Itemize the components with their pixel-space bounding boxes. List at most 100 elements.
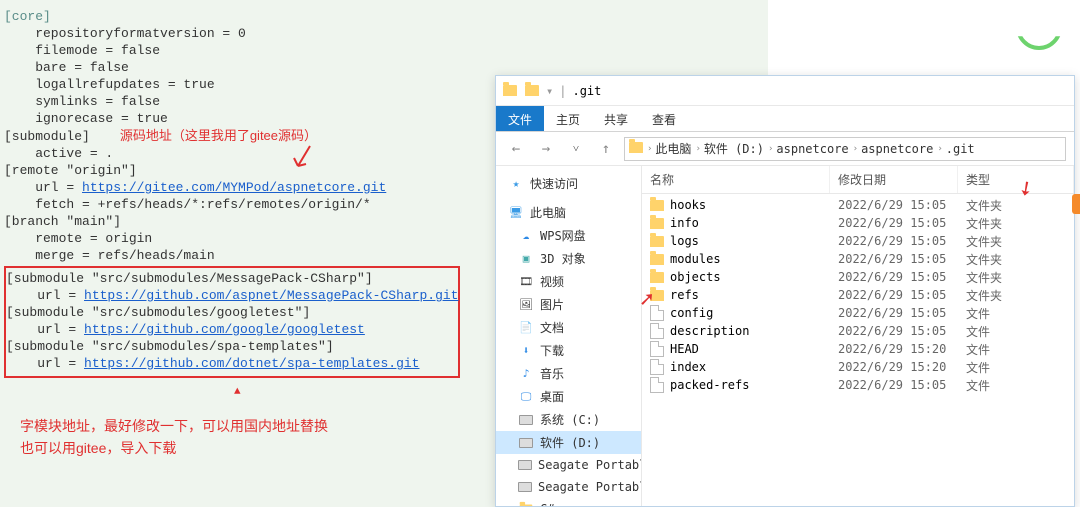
folder-icon — [650, 290, 664, 301]
file-date: 2022/6/29 15:05 — [830, 306, 958, 320]
drive-icon — [518, 435, 534, 451]
file-explorer-window: ▾ | .git 文件 主页 共享 查看 ← → ˅ ↑ ›此电脑 ›软件 (D… — [495, 75, 1075, 507]
decorative-circle-icon — [1016, 4, 1062, 50]
file-row[interactable]: objects2022/6/29 15:05文件夹 — [642, 268, 1074, 286]
highlighted-submodules-box: [submodule "src/submodules/MessagePack-C… — [4, 266, 460, 378]
section-submodule: [submodule] — [4, 129, 90, 144]
file-icon — [650, 305, 664, 321]
sidebar-label: 桌面 — [540, 388, 564, 405]
sidebar-label: 软件 (D:) — [540, 434, 600, 451]
code-line: [submodule "src/submodules/googletest"] — [6, 304, 458, 321]
file-type: 文件夹 — [958, 287, 1074, 304]
breadcrumb-item[interactable]: aspnetcore — [861, 142, 933, 156]
file-type: 文件 — [958, 359, 1074, 376]
code-line: url = — [4, 180, 82, 195]
document-icon: 📄 — [518, 320, 534, 336]
file-row[interactable]: logs2022/6/29 15:05文件夹 — [642, 232, 1074, 250]
code-line: bare = false — [4, 59, 764, 76]
sidebar-item[interactable]: ☁WPS网盘 — [496, 224, 641, 247]
code-line: [submodule "src/submodules/spa-templates… — [6, 338, 458, 355]
code-line: url = — [6, 356, 84, 371]
music-icon: ♪ — [518, 366, 534, 382]
breadcrumb-item[interactable]: .git — [946, 142, 975, 156]
annotation-source-address: 源码地址（这里我用了gitee源码） — [120, 128, 317, 143]
file-type: 文件 — [958, 323, 1074, 340]
column-headers: 名称 修改日期 类型 — [642, 166, 1074, 194]
ribbon-tab-view[interactable]: 查看 — [640, 106, 688, 131]
sidebar-item[interactable]: ▣3D 对象 — [496, 247, 641, 270]
file-list: 名称 修改日期 类型 hooks2022/6/29 15:05文件夹info20… — [642, 166, 1074, 506]
sidebar-item[interactable]: C# — [496, 498, 641, 506]
file-row[interactable]: hooks2022/6/29 15:05文件夹 — [642, 196, 1074, 214]
navigation-pane: ★快速访问 🖥此电脑 ☁WPS网盘 ▣3D 对象 🎞视频 🖼 图片 📄文档 ⬇下载… — [496, 166, 642, 506]
address-row: ← → ˅ ↑ ›此电脑 ›软件 (D:) ›aspnetcore ›aspne… — [496, 132, 1074, 166]
sidebar-item[interactable]: 系统 (C:) — [496, 408, 641, 431]
column-name[interactable]: 名称 — [642, 166, 830, 193]
sidebar-item[interactable]: 🖵桌面 — [496, 385, 641, 408]
column-type[interactable]: 类型 — [958, 166, 1074, 193]
folder-icon — [650, 254, 664, 265]
folder-icon — [650, 236, 664, 247]
breadcrumb-item[interactable]: 此电脑 — [655, 140, 691, 157]
file-type: 文件夹 — [958, 233, 1074, 250]
chevron-down-icon[interactable]: ▾ — [546, 84, 553, 98]
column-date[interactable]: 修改日期 — [830, 166, 958, 193]
folder-icon — [629, 142, 643, 156]
url-messagepack[interactable]: https://github.com/aspnet/MessagePack-CS… — [84, 288, 458, 303]
picture-icon: 🖼 — [518, 297, 534, 313]
file-row[interactable]: HEAD2022/6/29 15:20文件 — [642, 340, 1074, 358]
file-row[interactable]: index2022/6/29 15:20文件 — [642, 358, 1074, 376]
file-name: modules — [670, 252, 721, 266]
up-button[interactable]: ↑ — [594, 137, 618, 161]
forward-button[interactable]: → — [534, 137, 558, 161]
sidebar-item[interactable]: 🎞视频 — [496, 270, 641, 293]
file-icon — [650, 377, 664, 393]
file-row[interactable]: modules 2022/6/29 15:05文件夹 — [642, 250, 1074, 268]
sidebar-item[interactable]: 📄文档 — [496, 316, 641, 339]
file-name: info — [670, 216, 699, 230]
sidebar-item[interactable]: ⬇下载 — [496, 339, 641, 362]
folder-icon — [650, 200, 664, 211]
file-type: 文件 — [958, 377, 1074, 394]
ribbon-tab-file[interactable]: 文件 — [496, 106, 544, 131]
breadcrumb-item[interactable]: 软件 (D:) — [704, 140, 764, 157]
file-date: 2022/6/29 15:05 — [830, 252, 958, 266]
url-spa-templates[interactable]: https://github.com/dotnet/spa-templates.… — [84, 356, 419, 371]
file-type: 文件夹 — [958, 251, 1074, 268]
file-row[interactable]: packed-refs 2022/6/29 15:05文件 — [642, 376, 1074, 394]
address-bar[interactable]: ›此电脑 ›软件 (D:) ›aspnetcore ›aspnetcore ›.… — [624, 137, 1066, 161]
file-type: 文件夹 — [958, 197, 1074, 214]
breadcrumb-item[interactable]: aspnetcore — [776, 142, 848, 156]
sidebar-label: C# — [540, 502, 554, 506]
sidebar-label: 图片 — [540, 296, 564, 313]
file-row[interactable]: description2022/6/29 15:05文件 — [642, 322, 1074, 340]
sidebar-item-selected[interactable]: 软件 (D:) — [496, 431, 641, 454]
window-title: .git — [572, 84, 601, 98]
chevron-down-icon[interactable]: ˅ — [564, 137, 588, 161]
file-date: 2022/6/29 15:05 — [830, 378, 958, 392]
star-icon: ★ — [508, 176, 524, 192]
file-row[interactable]: refs2022/6/29 15:05文件夹 — [642, 286, 1074, 304]
file-row[interactable]: config2022/6/29 15:05文件 — [642, 304, 1074, 322]
ribbon-tab-share[interactable]: 共享 — [592, 106, 640, 131]
sidebar-item[interactable]: Seagate Portabl — [496, 476, 641, 498]
file-date: 2022/6/29 15:20 — [830, 342, 958, 356]
sidebar-this-pc[interactable]: 🖥此电脑 — [496, 201, 641, 224]
file-name: packed-refs — [670, 378, 749, 392]
file-name: description — [670, 324, 749, 338]
ribbon-tab-home[interactable]: 主页 — [544, 106, 592, 131]
file-date: 2022/6/29 15:20 — [830, 360, 958, 374]
file-row[interactable]: info2022/6/29 15:05文件夹 — [642, 214, 1074, 232]
titlebar[interactable]: ▾ | .git — [496, 76, 1074, 106]
sidebar-quick-access[interactable]: ★快速访问 — [496, 172, 641, 195]
url-gitee-aspnetcore[interactable]: https://gitee.com/MYMPod/aspnetcore.git — [82, 180, 386, 195]
code-line: url = — [6, 322, 84, 337]
back-button[interactable]: ← — [504, 137, 528, 161]
sidebar-item[interactable]: Seagate Portabl — [496, 454, 641, 476]
sidebar-label: Seagate Portabl — [538, 458, 642, 472]
sidebar-item[interactable]: ♪音乐 — [496, 362, 641, 385]
url-googletest[interactable]: https://github.com/google/googletest — [84, 322, 365, 337]
folder-icon — [518, 501, 534, 506]
sidebar-label: 下载 — [540, 342, 564, 359]
sidebar-item[interactable]: 🖼 图片 — [496, 293, 641, 316]
